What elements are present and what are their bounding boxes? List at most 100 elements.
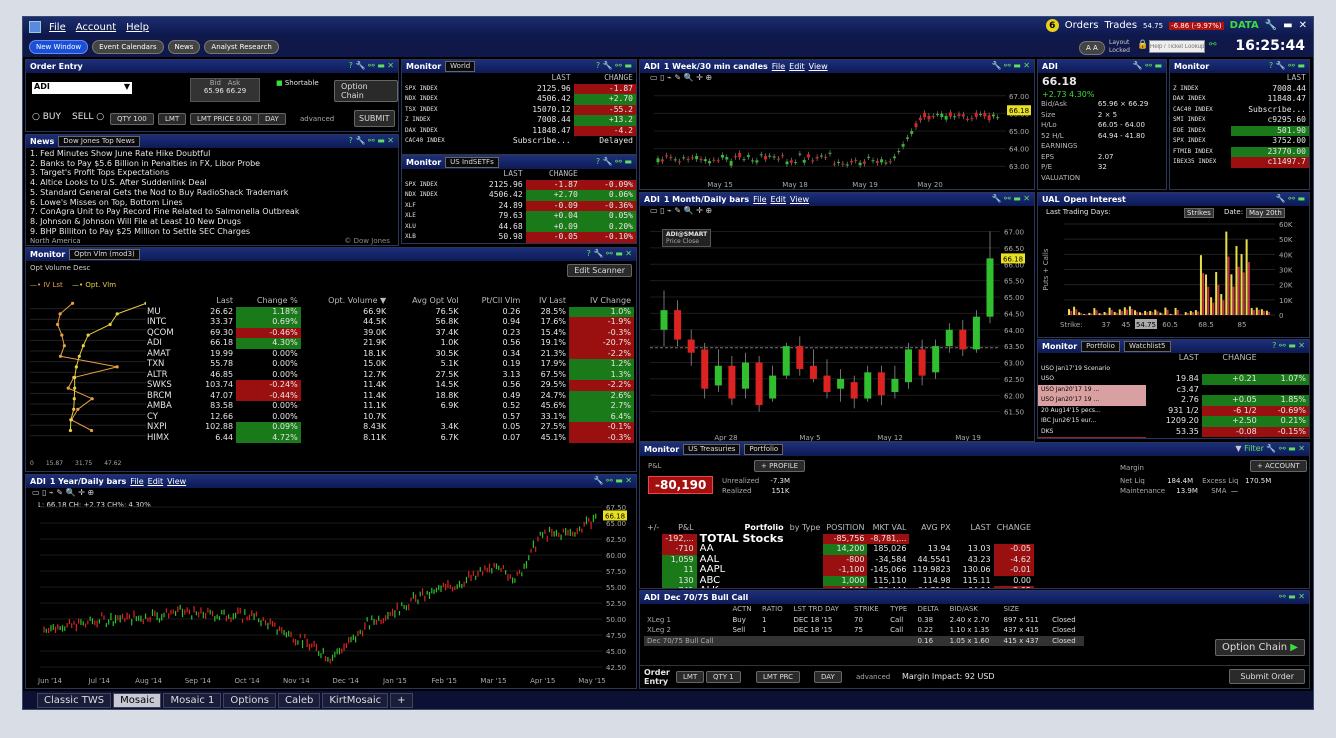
column-header[interactable]: LAST — [1231, 73, 1309, 84]
table-row[interactable]: XLB 50.98 -0.05 -0.10% — [402, 232, 636, 243]
column-header[interactable]: Pt/Cll Vlm — [462, 296, 524, 307]
table-row[interactable]: 741ALK -1,100-70,44464.7198 64.04-2.95 — [644, 585, 1034, 588]
news-item[interactable]: 4. Altice Looks to U.S. After Suddenlink… — [30, 178, 394, 188]
month-candle-chart[interactable]: 67.0066.5066.0065.5065.0064.5064.0063.50… — [640, 217, 1034, 442]
panel-controls-icon[interactable]: 🔧 ⚯ ▬ — [1133, 61, 1162, 70]
chart-period-select[interactable]: 1 Week/30 min candles — [664, 62, 768, 71]
table-row[interactable]: Z INDEX 7008.44 — [1170, 84, 1309, 95]
symbol-input[interactable]: ADI ▼ — [32, 82, 132, 94]
column-header[interactable]: BID/ASK — [947, 604, 1001, 615]
chart-menu-file[interactable]: File — [753, 195, 766, 204]
world-tab[interactable]: World — [445, 61, 476, 72]
week-candle-chart[interactable]: 67.0066.0065.0064.0063.00May 15May 18May… — [640, 83, 1034, 189]
table-row[interactable]: ADI Dec18'15 67...c2.30 — [1038, 437, 1309, 438]
news-item[interactable]: 5. Standard General Gets the Nod to Buy … — [30, 188, 394, 198]
sell-radio[interactable]: SELL ○ — [72, 112, 104, 122]
strikes-select[interactable]: Strikes — [1184, 208, 1214, 218]
news-button[interactable]: News — [167, 40, 201, 54]
table-row[interactable]: EOE INDEX 501.90 — [1170, 125, 1309, 136]
table-row[interactable]: XLE 79.63 +0.04 0.05% — [402, 211, 636, 222]
news-item[interactable]: 9. BHP Billiton to Pay $25 Million to Se… — [30, 227, 394, 237]
new-window-button[interactable]: New Window — [29, 40, 89, 54]
open-interest-chart[interactable]: 60K 50K 40K 30K 20K 10K 0 Puts + Calls Strike: 37… — [1038, 220, 1309, 337]
column-header[interactable]: CHANGE — [526, 169, 581, 180]
news-item[interactable]: 6. Lowe's Misses on Top, Bottom Lines — [30, 198, 394, 208]
qty-input[interactable]: QTY 100 — [110, 113, 154, 125]
order-type-select[interactable]: LMT — [676, 671, 705, 683]
column-header[interactable]: P&L — [662, 523, 696, 534]
tab-classic-tws[interactable]: Classic TWS — [37, 692, 112, 708]
limit-price-input[interactable]: LMT PRICE 0.00 — [190, 113, 259, 125]
table-row[interactable]: XLeg 1 Buy 1 DEC 18 '15 70 Call 0.38 2.40 x 2.7… — [644, 615, 1084, 626]
column-header[interactable] — [1038, 353, 1146, 364]
filter-button[interactable]: ▼ Filter 🔧 ⚯ ▬ ✕ — [1235, 444, 1305, 453]
ticket-search-input[interactable] — [1149, 40, 1205, 53]
add-tab-button[interactable]: + — [390, 692, 413, 708]
chart-tools-icon[interactable]: ▭ ▯ ⌁ ✎ 🔍 ✛ ⊕ — [26, 488, 636, 499]
column-header[interactable]: CHANGE — [994, 523, 1034, 534]
data-status[interactable]: DATA — [1230, 20, 1259, 31]
panel-controls-icon[interactable]: ⚯ ▬ ✕ — [1279, 592, 1305, 601]
tif-select[interactable]: DAY — [258, 113, 286, 125]
table-row[interactable]: DKS 53.35 -0.08 -0.15% — [1038, 426, 1309, 437]
column-header[interactable] — [144, 296, 189, 307]
column-header[interactable]: +/- — [644, 523, 662, 534]
chart-menu-file[interactable]: File — [130, 477, 143, 486]
tab-caleb[interactable]: Caleb — [277, 692, 321, 708]
table-row[interactable]: NXPI 102.88 0.09% 8.43K 3.4K 0.05 27.5% -0.1% — [144, 422, 634, 433]
trades-link[interactable]: Trades — [1104, 20, 1137, 31]
table-row[interactable]: TSX INDEX 15070.12 -55.2 — [402, 104, 636, 115]
chart-tools-icon[interactable]: ▭ ▯ ⌁ ✎ 🔍 ✛ ⊕ — [640, 206, 1034, 216]
table-row[interactable]: QCOM 69.30 -0.46% 39.0K 37.4K 0.23 15.4% -0.3% — [144, 327, 634, 338]
column-header[interactable]: STRIKE — [851, 604, 887, 615]
chart-menu-view[interactable]: View — [790, 195, 809, 204]
panel-controls-icon[interactable]: 🔧 ⚯ ▬ — [1276, 194, 1305, 203]
column-header[interactable]: LAST — [1146, 353, 1202, 364]
panel-controls-icon[interactable]: 🔧 ⚯ ▬ ✕ — [991, 194, 1030, 203]
us-treasuries-tab[interactable]: US Treasuries — [683, 444, 741, 455]
menu-file[interactable]: File — [49, 22, 66, 33]
chart-menu-view[interactable]: View — [167, 477, 186, 486]
option-chain-button[interactable]: Option Chain ▶ — [1214, 639, 1305, 656]
panel-controls-icon[interactable]: ? 🔧 ⚯ ▬ — [1269, 61, 1305, 70]
table-row[interactable]: IBC Jun26'15 eur... 1209.20 +2.50 0.21% — [1038, 416, 1309, 427]
table-row[interactable]: NDX INDEX 4506.42 +2.70 — [402, 94, 636, 105]
table-row[interactable]: -710 AA 14,200 185,026 13.94 13.03 -0.05 — [644, 543, 1034, 555]
panel-controls-icon[interactable]: ? 🔧 ⚯ ▬ — [596, 61, 632, 70]
column-header[interactable]: IV Last — [523, 296, 569, 307]
strategy-symbol[interactable]: ADI — [644, 593, 660, 602]
table-row[interactable]: SPX INDEX 3752.00 — [1170, 136, 1309, 147]
table-row[interactable]: AMBA 83.58 0.00% 11.1K 6.9K 0.52 45.6% 2.7% — [144, 401, 634, 412]
tif-select[interactable]: DAY — [814, 671, 842, 683]
table-row[interactable]: USO Jan20'17 19 ... 2.76 +0.05 1.85% — [1038, 395, 1309, 406]
column-header[interactable] — [402, 169, 463, 180]
column-header[interactable]: AVG PX — [909, 523, 953, 534]
link-icon[interactable]: ⚯ — [1209, 40, 1217, 50]
news-item[interactable]: 3. Target's Profit Tops Expectations — [30, 168, 394, 178]
table-row[interactable]: SMI INDEX c9295.60 — [1170, 115, 1309, 126]
table-row[interactable]: MU 26.62 1.18% 66.9K 76.5K 0.26 28.5% 1.0% — [144, 306, 634, 317]
wrench-icon[interactable]: 🔧 — [1265, 20, 1277, 31]
table-row[interactable]: FTMIB INDEX 23770.00 — [1170, 146, 1309, 157]
order-type-select[interactable]: LMT — [158, 113, 187, 125]
quote-symbol[interactable]: ADI — [1042, 62, 1058, 71]
column-header[interactable]: TYPE — [887, 604, 914, 615]
table-row[interactable]: Z INDEX 7008.44 +13.2 — [402, 115, 636, 126]
panel-controls-icon[interactable]: ? 🔧 ⚯ ▬ — [596, 157, 632, 166]
chart-menu-edit[interactable]: Edit — [771, 195, 787, 204]
analyst-research-button[interactable]: Analyst Research — [204, 40, 279, 54]
column-header[interactable] — [1170, 73, 1231, 84]
orders-count-badge[interactable]: 6 — [1045, 19, 1059, 32]
etf-tab[interactable]: US IndSETFs — [445, 157, 499, 168]
column-header[interactable]: LAST — [960, 523, 994, 534]
column-header[interactable] — [402, 73, 474, 84]
panel-controls-icon[interactable]: ? 🔧 ⚯ ▬ ✕ — [349, 136, 394, 145]
column-header[interactable]: MKT VAL — [867, 523, 909, 534]
chart-symbol[interactable]: ADI — [644, 62, 660, 71]
table-row[interactable]: DAX INDEX 11848.47 -4.2 — [402, 125, 636, 136]
news-item[interactable]: 7. ConAgra Unit to Pay Record Fine Relat… — [30, 207, 394, 217]
column-header[interactable]: LAST — [474, 73, 574, 84]
table-row[interactable]: XLU 44.68 +0.09 0.20% — [402, 221, 636, 232]
oi-symbol[interactable]: UAL — [1042, 195, 1060, 204]
table-row[interactable]: XLeg 2 Sell 1 DEC 18 '15 75 Call 0.22 1.10 x 1.… — [644, 625, 1084, 636]
